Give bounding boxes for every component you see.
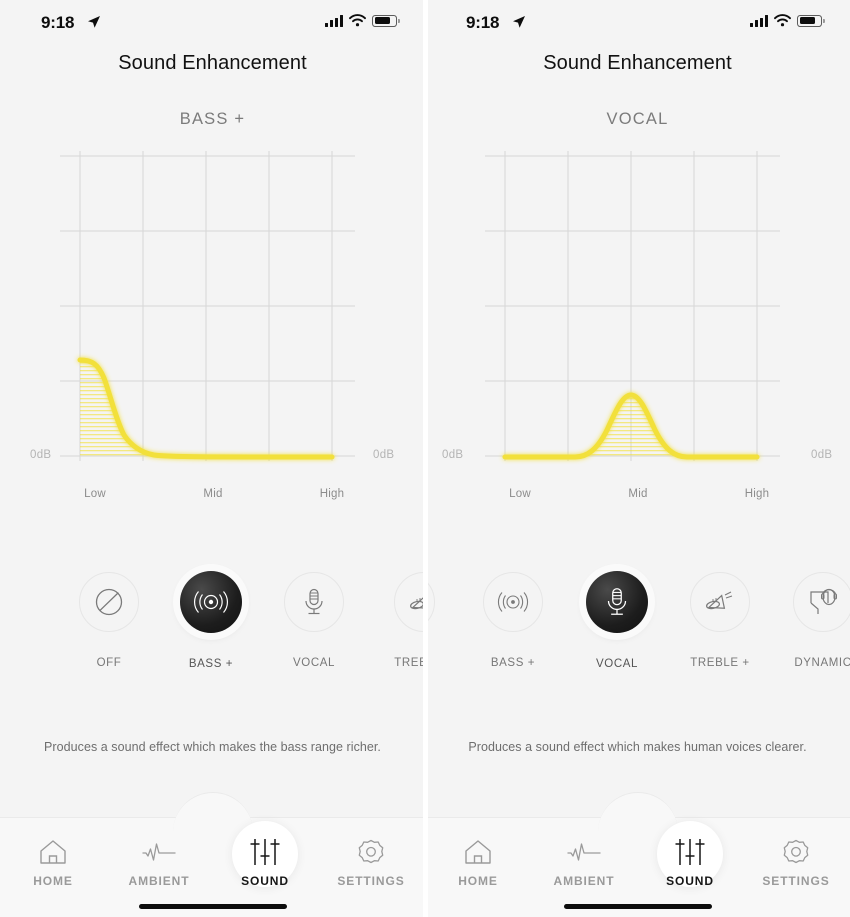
tab-label: SOUND: [666, 874, 714, 888]
microphone-icon: [586, 571, 648, 633]
x-tick-mid: Mid: [628, 488, 648, 500]
tab-sound[interactable]: SOUND: [212, 818, 318, 898]
tab-label: SETTINGS: [762, 874, 830, 888]
wifi-icon: [774, 14, 791, 27]
chart-fill: [505, 395, 757, 457]
tab-ambient[interactable]: AMBIENT: [531, 818, 637, 898]
x-tick-high: High: [319, 488, 345, 500]
preset-label: VOCAL: [293, 657, 335, 669]
chart-x-axis-labels: Low Mid High: [425, 488, 850, 504]
status-bar: 9:18: [425, 0, 838, 44]
tab-ambient[interactable]: AMBIENT: [106, 818, 212, 898]
bottom-tab-bar-left[interactable]: HOME AMBIENT SOUND SETTINGS: [0, 817, 425, 917]
preset-label: OFF: [425, 657, 459, 669]
screenshot-divider: [423, 0, 428, 917]
wifi-icon: [349, 14, 366, 27]
page-title: Sound Enhancement: [543, 52, 732, 74]
cellular-bars-icon: [325, 15, 343, 27]
gear-icon: [318, 830, 424, 874]
preset-vocal[interactable]: VOCAL: [260, 570, 368, 669]
x-tick-low: Low: [84, 488, 106, 500]
home-icon: [0, 830, 106, 874]
equalizer-sliders-icon: [212, 830, 318, 874]
trumpet-icon: [690, 572, 750, 632]
tab-sound[interactable]: SOUND: [637, 818, 743, 898]
chart-x-axis-labels: Low Mid High: [0, 488, 425, 504]
tab-settings[interactable]: SETTINGS: [318, 818, 424, 898]
tab-label: HOME: [458, 874, 498, 888]
preset-off[interactable]: OFF: [425, 570, 459, 669]
preset-selector-row-right[interactable]: OFF BASS +: [425, 570, 850, 675]
home-indicator: [563, 904, 712, 909]
battery-icon: [372, 14, 400, 27]
trumpet-icon: [394, 572, 425, 632]
preset-treble-plus[interactable]: TREBLE +: [666, 570, 774, 669]
preset-selector-row-left[interactable]: OFF BASS + VOCAL TRE: [0, 570, 425, 675]
status-indicators: [750, 14, 825, 27]
tab-label: SETTINGS: [337, 874, 405, 888]
tab-label: HOME: [33, 874, 73, 888]
equalizer-sliders-icon: [637, 830, 743, 874]
x-tick-low: Low: [509, 488, 531, 500]
preset-bass-plus[interactable]: BASS +: [157, 570, 265, 670]
cellular-bars-icon: [750, 15, 768, 27]
home-indicator: [138, 904, 287, 909]
preset-label: DYNAMIC: [794, 657, 850, 669]
preset-label: TREBLE +: [690, 657, 750, 669]
eq-chart-svg: [485, 151, 780, 461]
bottom-tab-bar-right[interactable]: HOME AMBIENT SOUND SETTINGS: [425, 817, 850, 917]
preset-off[interactable]: OFF: [55, 570, 163, 669]
tab-home[interactable]: HOME: [425, 818, 531, 898]
axis-label-left: 0dB: [442, 449, 464, 461]
location-arrow-icon: [87, 15, 101, 34]
axis-label-right: 0dB: [811, 449, 833, 461]
eq-chart-svg: [60, 151, 355, 461]
x-tick-mid: Mid: [203, 488, 223, 500]
home-icon: [425, 830, 531, 874]
waveform-icon: [106, 830, 212, 874]
bass-waves-icon: [483, 572, 543, 632]
bass-waves-icon: [180, 571, 242, 633]
preset-treble-plus[interactable]: TREBLE +: [370, 570, 425, 669]
gear-icon: [743, 830, 849, 874]
status-time: 9:18: [466, 13, 500, 32]
status-time: 9:18: [41, 13, 75, 32]
preset-bass-plus[interactable]: BASS +: [459, 570, 567, 669]
tab-label: SOUND: [241, 874, 289, 888]
eq-chart-bass: 0dB 0dB: [0, 150, 425, 470]
no-effect-icon: [79, 572, 139, 632]
preset-label: BASS +: [490, 657, 536, 669]
preset-label: OFF: [96, 657, 122, 669]
battery-icon: [797, 14, 825, 27]
page-title: Sound Enhancement: [118, 52, 307, 74]
status-bar: 9:18: [0, 0, 425, 44]
microphone-icon: [284, 572, 344, 632]
tab-home[interactable]: HOME: [0, 818, 106, 898]
tab-label: AMBIENT: [128, 874, 190, 888]
tab-settings[interactable]: SETTINGS: [743, 818, 849, 898]
preset-vocal[interactable]: VOCAL: [563, 570, 671, 670]
dual-screenshot-container: 9:18 Sound Enhancement BASS + 0dB 0dB Lo…: [0, 0, 850, 917]
axis-label-left: 0dB: [30, 449, 52, 461]
axis-label-right: 0dB: [373, 449, 395, 461]
current-preset-name: BASS +: [179, 110, 246, 128]
x-tick-high: High: [744, 488, 770, 500]
preset-description: Produces a sound effect which makes the …: [44, 740, 381, 754]
preset-label: BASS +: [188, 658, 234, 670]
status-indicators: [325, 14, 400, 27]
waveform-icon: [531, 830, 637, 874]
eq-chart-vocal: 0dB 0dB: [425, 150, 850, 470]
person-headphones-icon: [793, 572, 850, 632]
location-arrow-icon: [512, 15, 526, 34]
current-preset-name: VOCAL: [606, 110, 669, 128]
preset-dynamic[interactable]: DYNAMIC: [769, 570, 850, 669]
phone-screen-right: 9:18 Sound Enhancement VOCAL 0dB 0dB Low…: [425, 0, 850, 917]
preset-label: VOCAL: [596, 658, 638, 670]
tab-label: AMBIENT: [553, 874, 615, 888]
preset-label: TREBLE +: [394, 657, 425, 669]
preset-description: Produces a sound effect which makes huma…: [468, 740, 807, 754]
phone-screen-left: 9:18 Sound Enhancement BASS + 0dB 0dB Lo…: [0, 0, 425, 917]
